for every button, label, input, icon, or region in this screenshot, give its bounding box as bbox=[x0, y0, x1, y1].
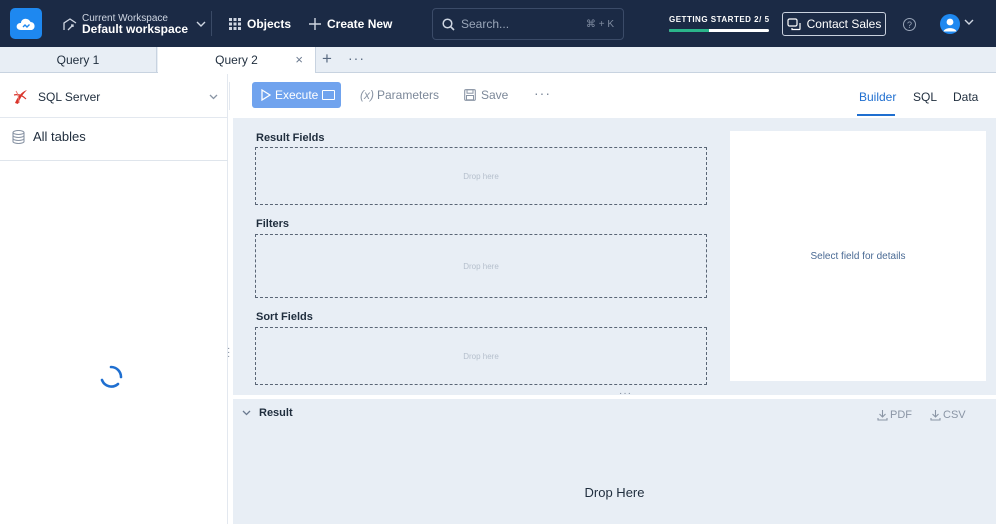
result-title: Result bbox=[259, 407, 293, 419]
help-icon[interactable]: ? bbox=[903, 18, 916, 31]
add-tab-icon[interactable]: + bbox=[322, 50, 332, 67]
csv-label: CSV bbox=[943, 409, 966, 421]
pdf-label: PDF bbox=[890, 409, 912, 421]
query-builder: Result Fields Drop here Filters Drop her… bbox=[233, 118, 996, 395]
contact-sales-button[interactable]: Contact Sales bbox=[782, 12, 886, 36]
download-icon bbox=[877, 410, 888, 421]
parameters-button[interactable]: (x) Parameters bbox=[360, 88, 439, 102]
create-new-button[interactable]: Create New bbox=[309, 14, 392, 34]
save-label: Save bbox=[481, 88, 509, 102]
objects-button[interactable]: Objects bbox=[229, 14, 291, 34]
dropzone-placeholder: Drop here bbox=[463, 261, 499, 271]
sort-fields-label: Sort Fields bbox=[256, 311, 313, 323]
keyboard-icon bbox=[322, 90, 336, 100]
filters-label: Filters bbox=[256, 218, 290, 230]
panel-resize-handle[interactable]: · · · bbox=[227, 344, 230, 362]
cloud-logo-icon bbox=[16, 18, 35, 30]
query-tab-strip: Query 1 Query 2 × + ··· bbox=[0, 47, 996, 73]
result-dropzone[interactable]: Drop Here bbox=[233, 485, 996, 500]
tab-label: Query 1 bbox=[56, 53, 100, 67]
search-input[interactable]: Search... ⌘ + K bbox=[432, 8, 624, 40]
workspace-name: Default workspace bbox=[82, 22, 189, 36]
execute-label: Execute bbox=[275, 88, 319, 102]
search-placeholder: Search... bbox=[461, 17, 510, 31]
chevron-down-icon bbox=[196, 21, 206, 27]
avatar[interactable] bbox=[940, 14, 960, 34]
app-logo[interactable] bbox=[10, 8, 42, 39]
tab-query-2[interactable]: Query 2 × bbox=[158, 47, 316, 73]
dropzone-placeholder: Drop here bbox=[463, 351, 499, 361]
export-pdf-button[interactable]: PDF bbox=[877, 409, 912, 421]
active-tab-indicator bbox=[857, 114, 895, 116]
tab-sql[interactable]: SQL bbox=[913, 90, 937, 104]
search-icon bbox=[442, 17, 455, 31]
all-tables-label: All tables bbox=[33, 129, 86, 144]
dropzone-placeholder: Drop here bbox=[463, 171, 499, 181]
split-resize-handle[interactable]: ··· bbox=[619, 389, 632, 399]
result-header[interactable]: Result bbox=[242, 407, 293, 419]
divider bbox=[0, 160, 228, 161]
create-new-label: Create New bbox=[327, 17, 393, 31]
result-fields-label: Result Fields bbox=[256, 132, 325, 144]
sql-server-icon bbox=[13, 90, 27, 104]
plus-icon bbox=[309, 18, 321, 30]
tab-builder[interactable]: Builder bbox=[859, 90, 896, 104]
contact-sales-label: Contact Sales bbox=[806, 17, 882, 31]
sort-fields-dropzone[interactable]: Drop here bbox=[255, 327, 707, 385]
progress-bar bbox=[669, 29, 769, 32]
tab-data[interactable]: Data bbox=[953, 90, 978, 104]
getting-started-label: GETTING STARTED 2/ 5 bbox=[669, 15, 770, 24]
objects-label: Objects bbox=[247, 17, 292, 31]
more-tabs-icon[interactable]: ··· bbox=[348, 50, 365, 66]
divider bbox=[0, 117, 228, 118]
execute-button[interactable]: Execute bbox=[252, 82, 341, 108]
datasource-name: SQL Server bbox=[38, 90, 101, 104]
play-icon bbox=[261, 89, 271, 101]
database-icon bbox=[12, 129, 25, 144]
details-placeholder: Select field for details bbox=[810, 250, 906, 262]
user-icon bbox=[943, 18, 957, 32]
export-csv-button[interactable]: CSV bbox=[930, 409, 966, 421]
chevron-down-icon bbox=[209, 94, 218, 100]
download-icon bbox=[930, 410, 941, 421]
result-panel: Result PDF CSV Drop Here bbox=[233, 399, 996, 524]
save-button[interactable]: Save bbox=[464, 88, 508, 102]
chevron-down-icon[interactable] bbox=[964, 19, 974, 25]
parameters-label: Parameters bbox=[377, 88, 440, 102]
result-fields-dropzone[interactable]: Drop here bbox=[255, 147, 707, 205]
query-toolbar: Execute (x) Parameters Save ··· Builder … bbox=[229, 74, 996, 118]
more-actions-icon[interactable]: ··· bbox=[534, 85, 551, 101]
top-bar: Current Workspace Default workspace Obje… bbox=[0, 0, 996, 47]
datasource-selector[interactable]: SQL Server bbox=[12, 85, 218, 109]
left-panel: SQL Server All tables bbox=[0, 74, 228, 524]
workspace-icon bbox=[63, 18, 77, 31]
divider bbox=[211, 11, 212, 36]
getting-started-progress[interactable]: GETTING STARTED 2/ 5 bbox=[669, 15, 770, 32]
tab-label: Query 2 bbox=[215, 53, 258, 67]
field-details-panel: Select field for details bbox=[730, 131, 986, 381]
filters-dropzone[interactable]: Drop here bbox=[255, 234, 707, 298]
workspace-selector[interactable]: Current Workspace Default workspace bbox=[62, 11, 206, 37]
chevron-down-icon[interactable] bbox=[242, 410, 251, 416]
divider bbox=[229, 82, 230, 110]
chat-icon bbox=[787, 17, 801, 30]
all-tables-item[interactable]: All tables bbox=[12, 129, 86, 144]
close-icon[interactable]: × bbox=[295, 52, 303, 67]
tab-query-1[interactable]: Query 1 bbox=[0, 47, 157, 73]
loading-spinner-icon bbox=[100, 365, 123, 388]
variable-icon: (x) bbox=[360, 88, 374, 102]
search-shortcut: ⌘ + K bbox=[585, 18, 614, 30]
save-icon bbox=[464, 89, 476, 101]
grid-icon bbox=[229, 18, 241, 30]
progress-bar-fill bbox=[669, 29, 709, 32]
